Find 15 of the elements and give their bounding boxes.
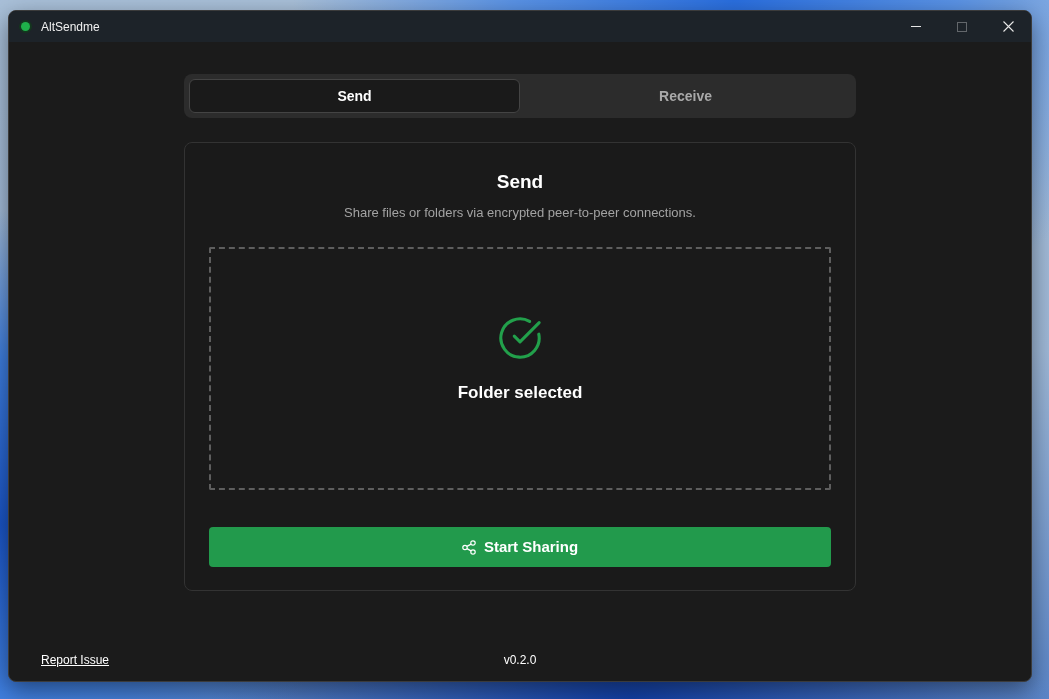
minimize-icon	[911, 26, 921, 27]
maximize-icon	[957, 21, 967, 32]
app-dot-icon	[21, 22, 30, 31]
start-sharing-button[interactable]: Start Sharing	[209, 527, 831, 567]
tab[interactable]: Receive	[520, 79, 851, 113]
drop-zone-status: Folder selected	[457, 382, 583, 404]
drop-zone[interactable]: Folder selected	[209, 247, 831, 490]
tab[interactable]: Send	[189, 79, 520, 113]
card-subtitle: Share files or folders via encrypted peer-to-peer connections.	[343, 204, 697, 222]
close-icon	[1002, 21, 1014, 32]
report-issue-link[interactable]: Report Issue	[41, 651, 110, 669]
window-title: AltSendme	[41, 18, 100, 36]
share-icon	[461, 539, 476, 555]
card-title: Send	[495, 171, 545, 193]
version-label: v0.2.0	[503, 652, 537, 669]
